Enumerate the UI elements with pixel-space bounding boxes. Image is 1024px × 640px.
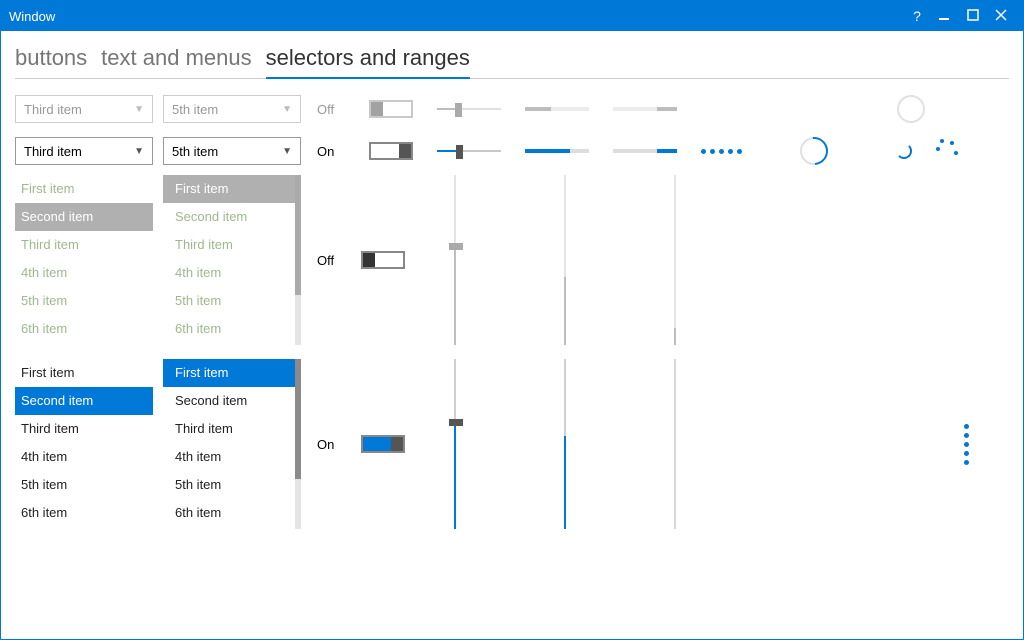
vertical-slider-3[interactable] xyxy=(665,359,685,529)
list-item: Second item xyxy=(163,203,301,231)
listbox-disabled-1: First item Second item Third item 4th it… xyxy=(15,175,153,345)
tab-selectors-and-ranges[interactable]: selectors and ranges xyxy=(266,43,470,79)
combo-value: Third item xyxy=(24,102,82,117)
vertical-slider-2[interactable] xyxy=(555,359,575,529)
list-item: 5th item xyxy=(15,287,153,315)
toggle-switch-on-2[interactable] xyxy=(361,435,405,453)
list-item: First item xyxy=(15,175,153,203)
list-item[interactable]: 5th item xyxy=(15,471,153,499)
list-item[interactable]: Second item xyxy=(15,387,153,415)
list-item[interactable]: Third item xyxy=(15,415,153,443)
chevron-down-icon: ▼ xyxy=(282,104,292,115)
list-item: 6th item xyxy=(15,315,153,343)
listbox-1[interactable]: First item Second item Third item 4th it… xyxy=(15,359,153,529)
slider-1[interactable] xyxy=(437,141,501,161)
progress-bar-1 xyxy=(525,149,589,153)
toggle-label-on-2: On xyxy=(317,437,345,452)
list-item: 5th item xyxy=(163,287,301,315)
progress-dots-vertical xyxy=(964,424,969,465)
progress-bar-disabled xyxy=(525,107,589,111)
list-item: 6th item xyxy=(163,315,301,343)
vertical-slider-1[interactable] xyxy=(445,359,465,529)
maximize-button[interactable] xyxy=(959,8,987,24)
list-item[interactable]: 6th item xyxy=(15,499,153,527)
combo-value: 5th item xyxy=(172,102,218,117)
titlebar: Window ? xyxy=(1,1,1023,31)
combo-box-2[interactable]: 5th item ▼ xyxy=(163,137,301,165)
list-item[interactable]: 4th item xyxy=(15,443,153,471)
list-item: Second item xyxy=(15,203,153,231)
combo-value: 5th item xyxy=(172,144,218,159)
progress-arc-small xyxy=(896,143,912,159)
toggle-label-off: Off xyxy=(317,253,345,268)
vertical-slider-disabled-1 xyxy=(445,175,465,345)
chevron-down-icon: ▼ xyxy=(134,146,144,157)
chevron-down-icon: ▼ xyxy=(282,146,292,157)
toggle-label-on: On xyxy=(317,144,345,159)
toggle-label-off-disabled: Off xyxy=(317,102,345,117)
help-button[interactable]: ? xyxy=(903,8,931,24)
combo-box-1[interactable]: Third item ▼ xyxy=(15,137,153,165)
list-item[interactable]: First item xyxy=(15,359,153,387)
list-item: Third item xyxy=(163,231,301,259)
tab-text-and-menus[interactable]: text and menus xyxy=(101,43,251,78)
toggle-switch-off-2[interactable] xyxy=(361,251,405,269)
list-item[interactable]: 6th item xyxy=(163,499,301,527)
progress-ring-spinning xyxy=(794,131,833,170)
tab-buttons[interactable]: buttons xyxy=(15,43,87,78)
combo-box-disabled-2: 5th item ▼ xyxy=(163,95,301,123)
close-button[interactable] xyxy=(987,8,1015,24)
list-item: Third item xyxy=(15,231,153,259)
list-item[interactable]: 4th item xyxy=(163,443,301,471)
toggle-switch-disabled xyxy=(369,100,413,118)
list-item[interactable]: Third item xyxy=(163,415,301,443)
progress-dots-horizontal xyxy=(701,149,742,154)
combo-box-disabled-1: Third item ▼ xyxy=(15,95,153,123)
listbox-2[interactable]: First item Second item Third item 4th it… xyxy=(163,359,301,529)
progress-bar-disabled-2 xyxy=(613,107,677,111)
vertical-slider-disabled-3 xyxy=(665,175,685,345)
scrollbar-thumb[interactable] xyxy=(295,359,301,479)
list-item[interactable]: First item xyxy=(163,359,301,387)
list-item: 4th item xyxy=(163,259,301,287)
list-item: First item xyxy=(163,175,301,203)
progress-bar-2 xyxy=(613,149,677,153)
tab-bar: buttons text and menus selectors and ran… xyxy=(15,43,1009,79)
window-title: Window xyxy=(9,9,55,24)
progress-dots-cluster xyxy=(936,139,960,163)
list-item[interactable]: 5th item xyxy=(163,471,301,499)
vertical-slider-disabled-2 xyxy=(555,175,575,345)
listbox-disabled-2: First item Second item Third item 4th it… xyxy=(163,175,301,345)
combo-value: Third item xyxy=(24,144,82,159)
slider-disabled xyxy=(437,99,501,119)
chevron-down-icon: ▼ xyxy=(134,104,144,115)
minimize-button[interactable] xyxy=(931,8,959,24)
toggle-switch-on-1[interactable] xyxy=(369,142,413,160)
list-item: 4th item xyxy=(15,259,153,287)
list-item[interactable]: Second item xyxy=(163,387,301,415)
progress-ring-idle xyxy=(897,95,925,123)
